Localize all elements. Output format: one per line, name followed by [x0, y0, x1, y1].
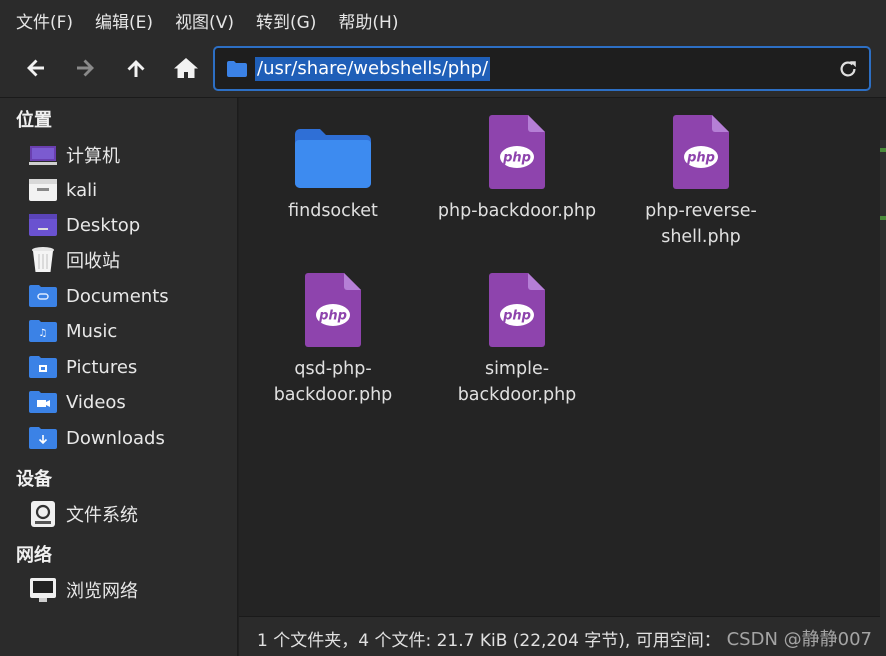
sidebar-item-label: 浏览网络: [66, 581, 138, 602]
file-name: simple-backdoor.php: [457, 359, 577, 405]
places-section-title: 位置: [16, 110, 52, 131]
downloads-folder-icon: [28, 425, 58, 451]
desktop-folder-icon: [28, 212, 58, 238]
file-item-php-backdoor[interactable]: php php-backdoor.php: [425, 110, 609, 224]
php-file-icon: php: [241, 268, 425, 348]
watermark: CSDN @静静007: [726, 629, 872, 650]
php-label: php: [502, 151, 531, 166]
documents-folder-icon: [28, 283, 58, 309]
file-item-php-reverse-shell[interactable]: php php-reverse-shell.php: [609, 110, 793, 250]
php-label: php: [686, 151, 715, 166]
sidebar-item-label: Pictures: [66, 356, 138, 378]
file-item-simple-backdoor[interactable]: php simple-backdoor.php: [425, 268, 609, 408]
devices-section-title: 设备: [16, 469, 52, 490]
status-text: 1 个文件夹，4 个文件: 21.7 KiB (22,204 字节), 可用空间…: [257, 631, 721, 651]
sidebar-item-music[interactable]: ♫ Music: [28, 316, 234, 346]
sidebar-item-videos[interactable]: Videos: [28, 387, 234, 417]
sidebar-item-downloads[interactable]: Downloads: [28, 423, 234, 453]
videos-folder-icon: [28, 389, 58, 415]
network-section-title: 网络: [16, 545, 52, 566]
sidebar-item-filesystem[interactable]: 文件系统: [28, 499, 234, 529]
folder-icon: [241, 110, 425, 190]
sidebar-item-desktop[interactable]: Desktop: [28, 210, 234, 240]
file-name: php-backdoor.php: [437, 201, 597, 221]
menu-view[interactable]: 视图(V): [175, 8, 234, 33]
sidebar-item-browse-network[interactable]: 浏览网络: [28, 575, 234, 605]
file-item-findsocket[interactable]: findsocket: [241, 110, 425, 224]
menu-file[interactable]: 文件(F): [16, 8, 73, 33]
svg-text:♫: ♫: [39, 328, 48, 339]
home-button[interactable]: [171, 53, 201, 83]
music-folder-icon: ♫: [28, 318, 58, 344]
menubar: 文件(F) 编辑(E) 视图(V) 转到(G) 帮助(H): [0, 0, 886, 40]
background-window-mark: [880, 216, 886, 220]
folder-icon: [227, 61, 247, 81]
sidebar-item-documents[interactable]: Documents: [28, 281, 234, 311]
file-name: qsd-php-backdoor.php: [273, 359, 393, 405]
sidebar-item-label: Desktop: [66, 214, 141, 236]
home-icon: [174, 58, 198, 78]
statusbar: 1 个文件夹，4 个文件: 21.7 KiB (22,204 字节), 可用空间…: [239, 616, 886, 656]
location-bar[interactable]: /usr/share/webshells/php/: [213, 46, 871, 91]
php-file-icon: php: [425, 268, 609, 348]
php-file-icon: php: [425, 110, 609, 190]
toolbar: /usr/share/webshells/php/: [0, 40, 886, 98]
background-window-mark: [880, 148, 886, 152]
computer-icon: [28, 142, 58, 168]
drive-icon: [28, 501, 58, 527]
file-name: findsocket: [288, 201, 378, 221]
sidebar-item-kali[interactable]: kali: [28, 175, 234, 205]
back-arrow-icon: [27, 59, 44, 77]
network-icon: [28, 577, 58, 603]
trash-icon: [28, 247, 58, 273]
sidebar-item-label: 回收站: [66, 251, 120, 272]
sidebar-item-label: Videos: [66, 391, 126, 413]
sidebar-item-label: 文件系统: [66, 505, 138, 526]
menu-go[interactable]: 转到(G): [256, 8, 316, 33]
file-item-qsd-php-backdoor[interactable]: php qsd-php-backdoor.php: [241, 268, 425, 408]
sidebar-item-trash[interactable]: 回收站: [28, 245, 234, 275]
home-folder-icon: [28, 177, 58, 203]
sidebar-item-label: Music: [66, 320, 118, 342]
file-name: php-reverse-shell.php: [645, 201, 757, 247]
sidebar-item-label: Documents: [66, 285, 169, 307]
up-button[interactable]: [121, 53, 151, 83]
sidebar: 位置 计算机 kali Desktop 回收站 Documents ♫ Musi…: [0, 98, 238, 656]
php-label: php: [502, 309, 531, 324]
sidebar-item-computer[interactable]: 计算机: [28, 140, 234, 170]
sidebar-item-label: 计算机: [66, 146, 120, 167]
sidebar-item-label: Downloads: [66, 427, 165, 449]
up-arrow-icon: [127, 60, 145, 77]
forward-arrow-icon: [77, 59, 94, 77]
background-window-edge: [880, 140, 886, 620]
reload-icon[interactable]: [837, 58, 859, 84]
pictures-folder-icon: [28, 354, 58, 380]
file-view: findsocket php php-backdoor.php php php-…: [239, 98, 886, 616]
location-path[interactable]: /usr/share/webshells/php/: [255, 57, 491, 81]
forward-button[interactable]: [70, 53, 100, 83]
menu-edit[interactable]: 编辑(E): [95, 8, 153, 33]
sidebar-item-pictures[interactable]: Pictures: [28, 352, 234, 382]
php-file-icon: php: [609, 110, 793, 190]
sidebar-item-label: kali: [66, 179, 98, 201]
php-label: php: [318, 309, 347, 324]
back-button[interactable]: [21, 53, 51, 83]
menu-help[interactable]: 帮助(H): [338, 8, 398, 33]
